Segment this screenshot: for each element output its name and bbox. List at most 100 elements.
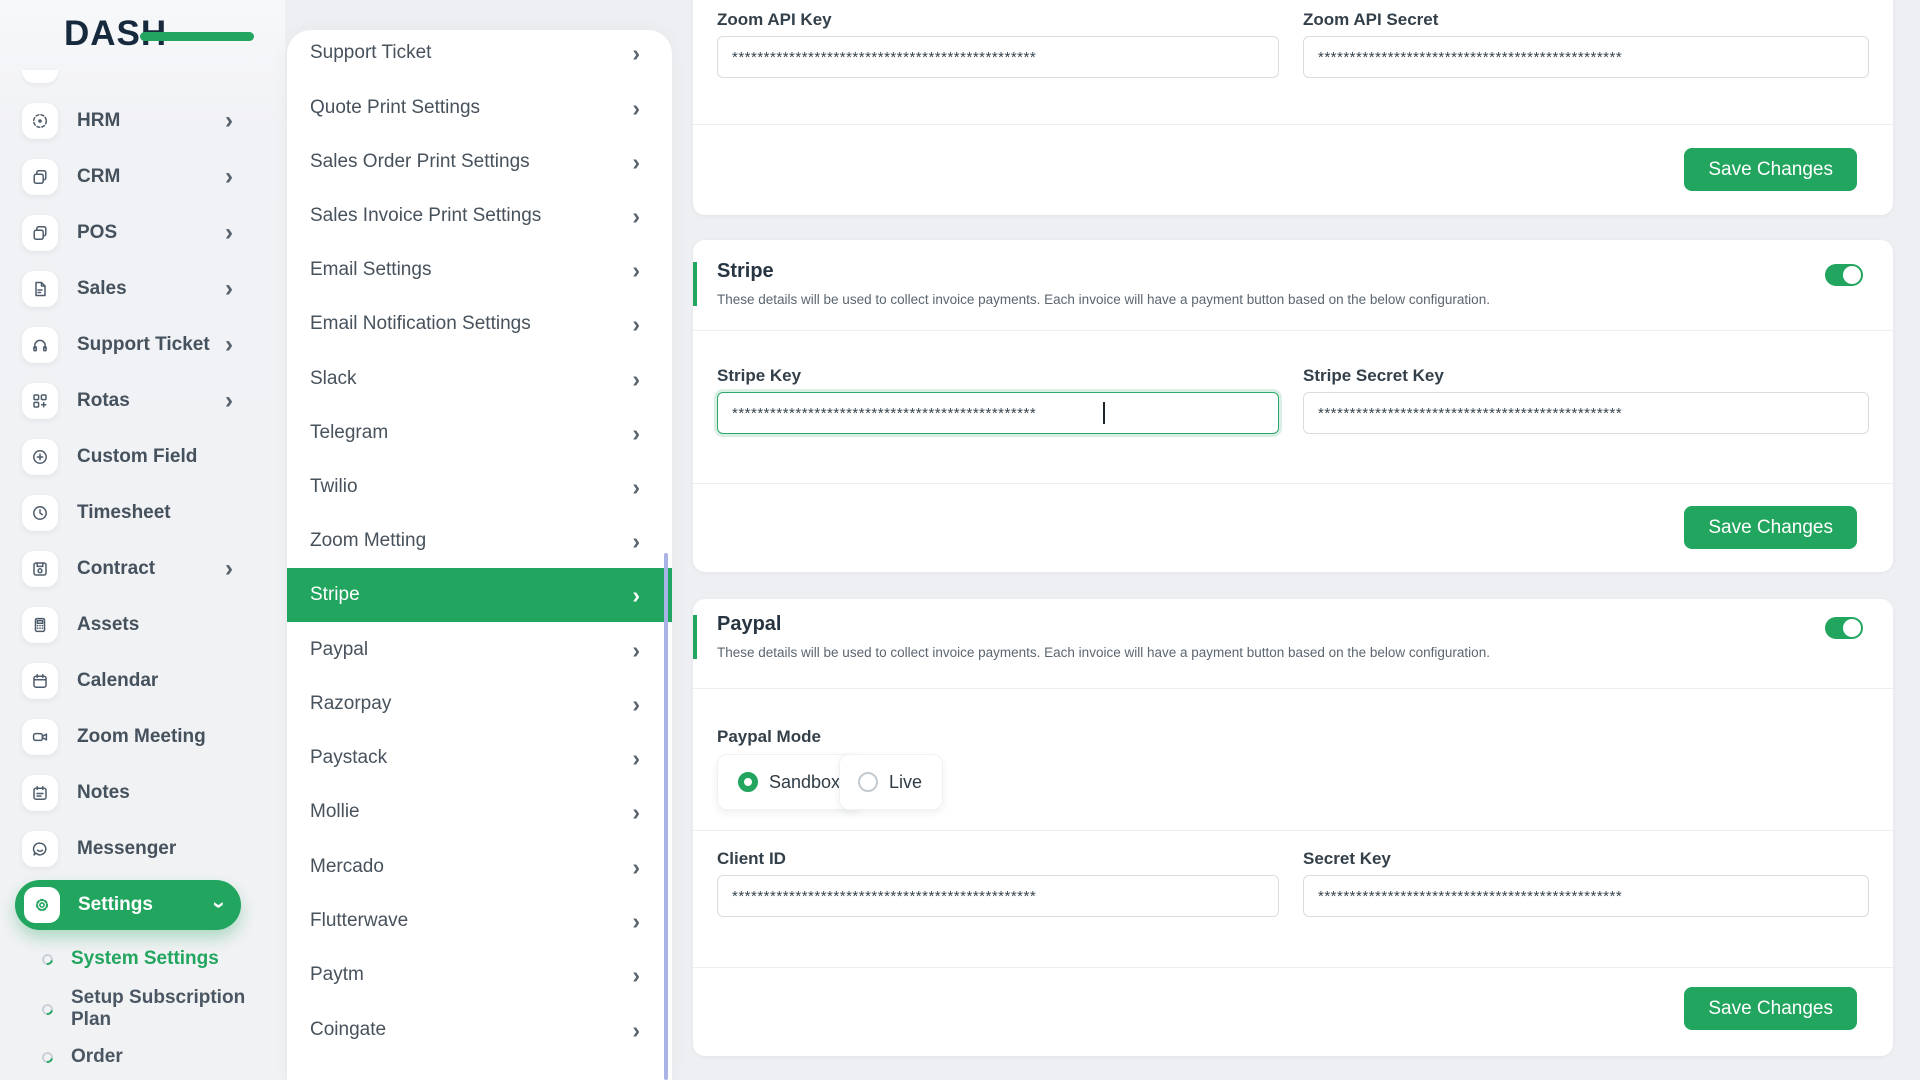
settings-menu-item-slack[interactable]: Slack › [287, 352, 672, 406]
settings-menu-item-telegram[interactable]: Telegram › [287, 406, 672, 460]
stripe-secret-key-input[interactable] [1303, 392, 1869, 434]
stripe-enabled-toggle[interactable] [1825, 264, 1863, 286]
sales-icon [35, 281, 46, 297]
zoom-api-key-input[interactable] [717, 36, 1279, 78]
settings-menu-item-skrill[interactable]: Skrill [287, 1073, 672, 1080]
settings-menu-item-coingate[interactable]: Coingate › [287, 1003, 672, 1057]
sidebar-item-sales[interactable]: Sales › [0, 261, 285, 317]
settings-menu-item-stripe[interactable]: Stripe › [287, 568, 672, 622]
chevron-right-icon: › [632, 907, 640, 934]
settings-menu-item-razorpay[interactable]: Razorpay › [287, 677, 672, 731]
sidebar-item-messenger[interactable]: Messenger [0, 821, 285, 877]
sidebar-item-label: Assets [77, 614, 140, 635]
paypal-mode-label: Paypal Mode [717, 727, 821, 746]
field-label: Stripe Secret Key [1303, 366, 1444, 385]
nav-item-partial [22, 70, 58, 83]
settings-menu-item-twilio[interactable]: Twilio › [287, 460, 672, 514]
sidebar-item-settings[interactable]: Settings › [15, 880, 241, 930]
save-changes-button[interactable]: Save Changes [1684, 148, 1857, 191]
field-label: Zoom API Secret [1303, 10, 1439, 29]
card-title: Paypal [717, 613, 782, 635]
sidebar-item-hrm[interactable]: HRM › [0, 93, 285, 149]
sidebar-item-support-ticket[interactable]: Support Ticket › [0, 317, 285, 373]
chevron-right-icon: › [225, 163, 233, 190]
submenu-circle-icon [39, 1049, 56, 1065]
settings-menu-item-quote-print-settings[interactable]: Quote Print Settings › [287, 81, 672, 135]
sidebar-item-assets[interactable]: Assets [0, 597, 285, 653]
calculator-icon [34, 617, 46, 633]
settings-menu-item-email-notification-settings[interactable]: Email Notification Settings › [287, 297, 672, 351]
zoom-settings-card: Zoom API Key Zoom API Secret Save Change… [693, 0, 1893, 215]
chevron-right-icon: › [632, 690, 640, 717]
sidebar-item-calendar[interactable]: Calendar [0, 653, 285, 709]
sidebar-item-label: Rotas [77, 390, 130, 411]
chevron-right-icon: › [632, 310, 640, 337]
settings-menu-item-mercado[interactable]: Mercado › [287, 840, 672, 894]
stripe-key-input[interactable] [717, 392, 1279, 434]
settings-menu-item-paystack[interactable]: Paystack › [287, 731, 672, 785]
sidebar-subitem-label: Order [71, 1046, 123, 1067]
paypal-client-id-input[interactable] [717, 875, 1279, 917]
radio-selected-icon [738, 772, 758, 792]
paypal-mode-live-option[interactable]: Live [839, 754, 944, 810]
chevron-right-icon: › [632, 527, 640, 554]
sidebar-item-label: Sales [77, 278, 127, 299]
chevron-right-icon: › [632, 148, 640, 175]
divider [693, 124, 1893, 125]
sidebar-subitem-label: Setup Subscription Plan [71, 987, 246, 1030]
card-description: These details will be used to collect in… [717, 645, 1490, 660]
stripe-settings-card: Stripe These details will be used to col… [693, 240, 1893, 572]
chevron-down-icon: › [207, 901, 233, 909]
toggle-knob [1843, 619, 1861, 637]
sidebar-item-pos[interactable]: POS › [0, 205, 285, 261]
sidebar-item-label: POS [77, 222, 118, 243]
sidebar-item-timesheet[interactable]: Timesheet [0, 485, 285, 541]
save-changes-button[interactable]: Save Changes [1684, 506, 1857, 549]
settings-menu-item-zoom-metting[interactable]: Zoom Metting › [287, 514, 672, 568]
sidebar-item-contract[interactable]: Contract › [0, 541, 285, 597]
sidebar-item-zoom-meeting[interactable]: Zoom Meeting [0, 709, 285, 765]
chevron-right-icon: › [632, 256, 640, 283]
plus-circle-icon [33, 450, 47, 464]
zoom-api-secret-input[interactable] [1303, 36, 1869, 78]
divider [693, 967, 1893, 968]
chevron-right-icon: › [632, 473, 640, 500]
field-label: Secret Key [1303, 849, 1391, 868]
sidebar-item-rotas[interactable]: Rotas › [0, 373, 285, 429]
paypal-secret-key-input[interactable] [1303, 875, 1869, 917]
sidebar-item-label: Calendar [77, 670, 159, 691]
chevron-right-icon: › [225, 387, 233, 414]
sidebar-item-notes[interactable]: Notes [0, 765, 285, 821]
sidebar-item-label: Settings [78, 894, 153, 915]
settings-menu-item-flutterwave[interactable]: Flutterwave › [287, 894, 672, 948]
submenu-circle-icon [39, 1001, 56, 1017]
mode-option-label: Sandbox [769, 771, 841, 792]
paypal-enabled-toggle[interactable] [1825, 617, 1863, 639]
settings-menu-item-paypal[interactable]: Paypal › [287, 623, 672, 677]
settings-menu-item-sales-order-print-settings[interactable]: Sales Order Print Settings › [287, 135, 672, 189]
settings-menu-item-paytm[interactable]: Paytm › [287, 948, 672, 1002]
chevron-right-icon: › [632, 853, 640, 880]
sidebar-item-label: HRM [77, 110, 121, 131]
panel-scrollbar-thumb[interactable] [664, 553, 668, 1080]
sidebar-subitem-order[interactable]: Order [0, 1035, 285, 1079]
settings-menu-item-email-settings[interactable]: Email Settings › [287, 243, 672, 297]
brand-logo[interactable]: DASH [64, 14, 254, 58]
sidebar-item-crm[interactable]: CRM › [0, 149, 285, 205]
text-cursor [1103, 402, 1105, 424]
settings-menu-item-support-ticket[interactable]: Support Ticket › [287, 30, 672, 80]
pos-icon [33, 226, 47, 240]
green-accent-bar [693, 262, 697, 306]
sidebar-item-custom-field[interactable]: Custom Field [0, 429, 285, 485]
save-changes-button[interactable]: Save Changes [1684, 987, 1857, 1030]
sidebar-subitem-system-settings[interactable]: System Settings [0, 937, 285, 981]
sidebar-item-label: Timesheet [77, 502, 171, 523]
gear-icon [35, 898, 49, 912]
sidebar-subitem-label: System Settings [71, 948, 219, 969]
sidebar-subitem-setup-subscription-plan[interactable]: Setup Subscription Plan [0, 987, 285, 1031]
settings-menu-item-mollie[interactable]: Mollie › [287, 785, 672, 839]
settings-menu-item-sales-invoice-print-settings[interactable]: Sales Invoice Print Settings › [287, 189, 672, 243]
field-label: Zoom API Key [717, 10, 832, 29]
sidebar-item-label: Messenger [77, 838, 177, 859]
card-description: These details will be used to collect in… [717, 292, 1490, 307]
